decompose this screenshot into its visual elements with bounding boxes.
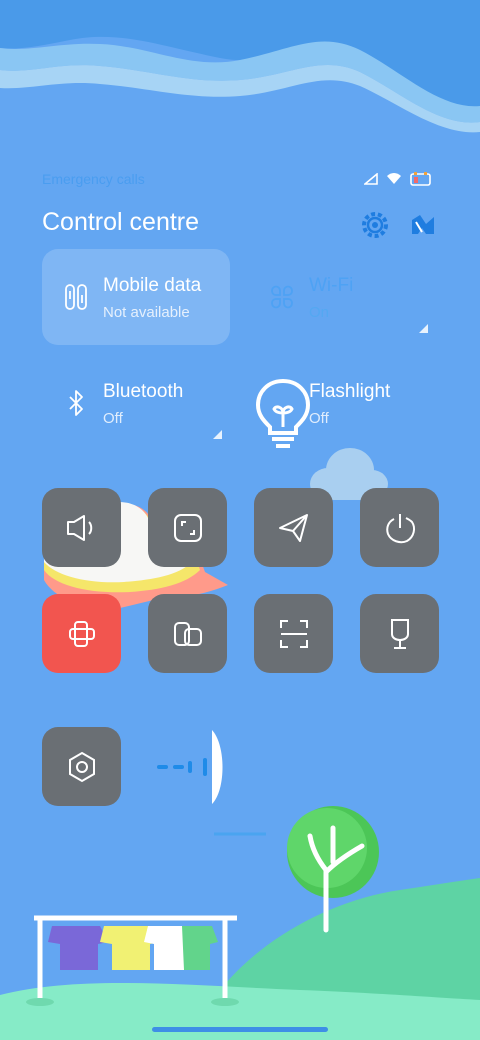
screenshot-toggle[interactable] (148, 488, 227, 567)
page-title: Control centre (42, 208, 200, 236)
signal-icon (364, 173, 378, 185)
emergency-calls-text: Emergency calls (42, 171, 145, 187)
lamp-toggle[interactable] (360, 594, 439, 673)
flashlight-label: Flashlight (309, 381, 391, 402)
mobile-data-status: Not available (103, 304, 190, 321)
paper-plane-icon (278, 513, 308, 542)
bluetooth-icon (69, 390, 83, 416)
bluetooth-expand-indicator[interactable] (213, 430, 222, 439)
header-actions (360, 210, 438, 240)
floating-window-toggle[interactable] (148, 594, 227, 673)
settings-shortcut-toggle[interactable] (42, 727, 121, 806)
wifi-expand-indicator[interactable] (419, 324, 428, 333)
power-icon (385, 513, 415, 543)
wifi-status: On (309, 304, 330, 321)
speaker-icon (66, 514, 92, 541)
wifi-icon (387, 173, 401, 184)
battery-icon (410, 172, 431, 186)
hexagon-nut-icon (68, 751, 95, 782)
screenshot-icon (173, 513, 202, 542)
lamp-icon (390, 618, 409, 649)
settings-icon[interactable] (360, 210, 390, 240)
scanner-toggle[interactable] (254, 594, 333, 673)
scan-icon (279, 619, 308, 648)
bluetooth-status: Off (103, 410, 123, 427)
edit-icon[interactable] (408, 210, 438, 240)
wifi-tile[interactable]: Wi-Fi On (248, 249, 436, 345)
flashlight-status: Off (309, 410, 329, 427)
wifi-tile-icon (271, 285, 293, 309)
mobile-data-tile[interactable]: Mobile data Not available (42, 249, 230, 345)
sound-toggle[interactable] (42, 488, 121, 567)
mobile-data-icon (65, 284, 87, 310)
airplane-mode-toggle[interactable] (254, 488, 333, 567)
bluetooth-tile[interactable]: Bluetooth Off (42, 355, 230, 451)
flashlight-tile[interactable]: Flashlight Off (248, 355, 436, 451)
bluetooth-label: Bluetooth (103, 381, 184, 402)
page-indicator-dots (157, 758, 207, 776)
status-bar: Emergency calls (42, 170, 432, 188)
power-toggle[interactable] (360, 488, 439, 567)
rotation-lock-toggle[interactable] (42, 594, 121, 673)
rotation-lock-icon (68, 620, 95, 647)
floating-window-icon (173, 621, 202, 646)
mobile-data-label: Mobile data (103, 275, 202, 296)
wifi-label: Wi-Fi (309, 275, 354, 296)
flashlight-icon (255, 378, 311, 448)
home-indicator[interactable] (152, 1027, 328, 1032)
